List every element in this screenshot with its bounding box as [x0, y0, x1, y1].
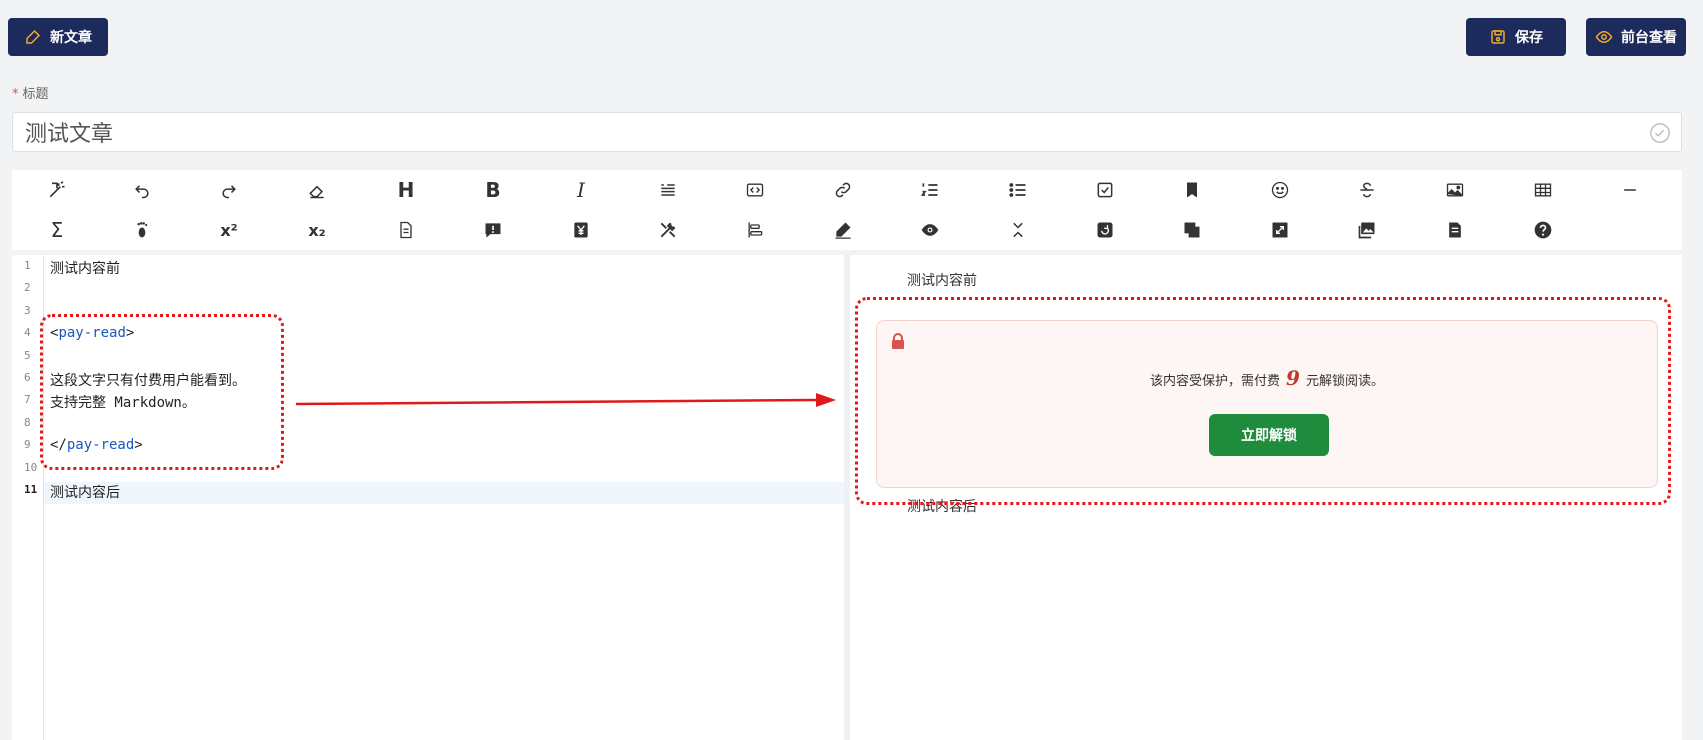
copy-icon[interactable] — [1179, 218, 1205, 242]
paywall-price: 9 — [1286, 366, 1300, 390]
line-number: 7 — [24, 393, 31, 406]
tag-name: pay-read — [66, 437, 135, 453]
undo-icon[interactable] — [129, 178, 155, 202]
align-icon[interactable] — [742, 218, 768, 242]
footnote-icon[interactable] — [129, 218, 155, 242]
redo-icon[interactable] — [216, 178, 242, 202]
line-number-gutter: 1 2 3 4 5 6 7 8 9 10 11 — [12, 255, 44, 740]
subscript-icon[interactable]: x₂ — [304, 218, 330, 242]
code-icon[interactable] — [742, 178, 768, 202]
superscript-icon[interactable]: x² — [216, 218, 242, 242]
preview-after-text: 测试内容后 — [907, 499, 977, 515]
save-button[interactable]: 保存 — [1466, 18, 1566, 56]
paywall-message: 该内容受保护，需付费 9 元解锁阅读。 — [877, 366, 1657, 390]
check-circle-icon — [1650, 123, 1670, 143]
paywall-box: 该内容受保护，需付费 9 元解锁阅读。 立即解锁 — [876, 320, 1658, 488]
image-icon[interactable] — [1442, 178, 1468, 202]
collapse-icon[interactable] — [1005, 218, 1031, 242]
line-number: 10 — [24, 461, 38, 474]
title-input[interactable]: 测试文章 — [12, 112, 1682, 152]
save-icon — [1491, 30, 1505, 44]
editor-toolbar: H B I Σ x² x₂ — [12, 170, 1682, 250]
tag-name: pay-read — [58, 325, 126, 341]
line-number: 3 — [24, 304, 31, 317]
toolbar-row-2: Σ x² x₂ — [12, 210, 1682, 250]
line-number: 9 — [24, 438, 31, 451]
comment-alert-icon[interactable] — [480, 218, 506, 242]
pencil-icon — [26, 29, 41, 44]
new-article-label: 新文章 — [50, 30, 92, 46]
title-label-text: 标题 — [22, 87, 49, 102]
title-label: * 标题 — [12, 83, 49, 102]
expand-icon[interactable] — [1267, 218, 1293, 242]
save-label: 保存 — [1515, 30, 1543, 46]
line-number: 1 — [24, 259, 31, 272]
code-line-11: 测试内容后 — [50, 485, 120, 501]
strikethrough-icon[interactable] — [1354, 178, 1380, 202]
sigma-icon[interactable]: Σ — [44, 218, 70, 242]
frontend-view-button[interactable]: 前台查看 — [1586, 18, 1686, 56]
ordered-list-icon[interactable] — [917, 178, 943, 202]
toolbar-row-1: H B I — [12, 170, 1682, 210]
magic-wand-icon[interactable] — [44, 178, 70, 202]
annotation-arrow-icon — [296, 393, 836, 407]
rotate-icon[interactable] — [1092, 218, 1118, 242]
file-icon[interactable] — [393, 218, 419, 242]
code-line-1: 测试内容前 — [50, 261, 120, 277]
pencil-icon[interactable] — [830, 218, 856, 242]
table-icon[interactable] — [1530, 178, 1556, 202]
gallery-icon[interactable] — [1354, 218, 1380, 242]
italic-icon[interactable]: I — [568, 178, 594, 202]
frontend-view-label: 前台查看 — [1621, 30, 1677, 46]
lock-icon — [892, 333, 904, 349]
line-number: 8 — [24, 416, 31, 429]
heading-icon[interactable]: H — [393, 178, 419, 202]
quote-icon[interactable] — [655, 178, 681, 202]
tools-icon[interactable] — [655, 218, 681, 242]
horizontal-rule-icon[interactable] — [1617, 178, 1643, 202]
code-line-7: 支持完整 Markdown。 — [50, 395, 196, 411]
code-line-9: </pay-read> — [50, 437, 143, 453]
link-icon[interactable] — [830, 178, 856, 202]
help-icon[interactable] — [1530, 218, 1556, 242]
line-number: 6 — [24, 371, 31, 384]
title-value: 测试文章 — [25, 122, 114, 147]
code-line-6: 这段文字只有付费用户能看到。 — [50, 373, 246, 389]
eye-icon — [1595, 30, 1613, 44]
eraser-icon[interactable] — [304, 178, 330, 202]
line-number: 2 — [24, 281, 31, 294]
checkbox-icon[interactable] — [1092, 178, 1118, 202]
line-number: 4 — [24, 326, 31, 339]
preview-before-text: 测试内容前 — [907, 273, 977, 289]
unordered-list-icon[interactable] — [1005, 178, 1031, 202]
required-mark: * — [12, 87, 19, 102]
line-number-active: 11 — [24, 483, 38, 496]
markdown-preview: 测试内容前 该内容受保护，需付费 9 元解锁阅读。 立即解锁 测试内容后 — [850, 255, 1682, 740]
yen-icon[interactable] — [568, 218, 594, 242]
new-article-button[interactable]: 新文章 — [8, 18, 108, 56]
tag-close-bracket: > — [125, 325, 135, 341]
code-line-4: <pay-read> — [50, 325, 134, 341]
tag-open-bracket: </ — [50, 437, 67, 453]
emoji-icon[interactable] — [1267, 178, 1293, 202]
line-number: 5 — [24, 349, 31, 362]
tag-close-bracket: > — [134, 437, 143, 453]
unlock-button[interactable]: 立即解锁 — [1209, 414, 1329, 456]
eye-icon[interactable] — [917, 218, 943, 242]
paywall-msg-after: 元解锁阅读。 — [1305, 374, 1384, 389]
paywall-msg-before: 该内容受保护，需付费 — [1150, 374, 1281, 389]
bold-icon[interactable]: B — [480, 178, 506, 202]
active-line-highlight — [12, 482, 844, 504]
document-icon[interactable] — [1442, 218, 1468, 242]
markdown-editor[interactable]: 1 2 3 4 5 6 7 8 9 10 11 测试内容前 <pay-read>… — [12, 255, 844, 740]
bookmark-icon[interactable] — [1179, 178, 1205, 202]
